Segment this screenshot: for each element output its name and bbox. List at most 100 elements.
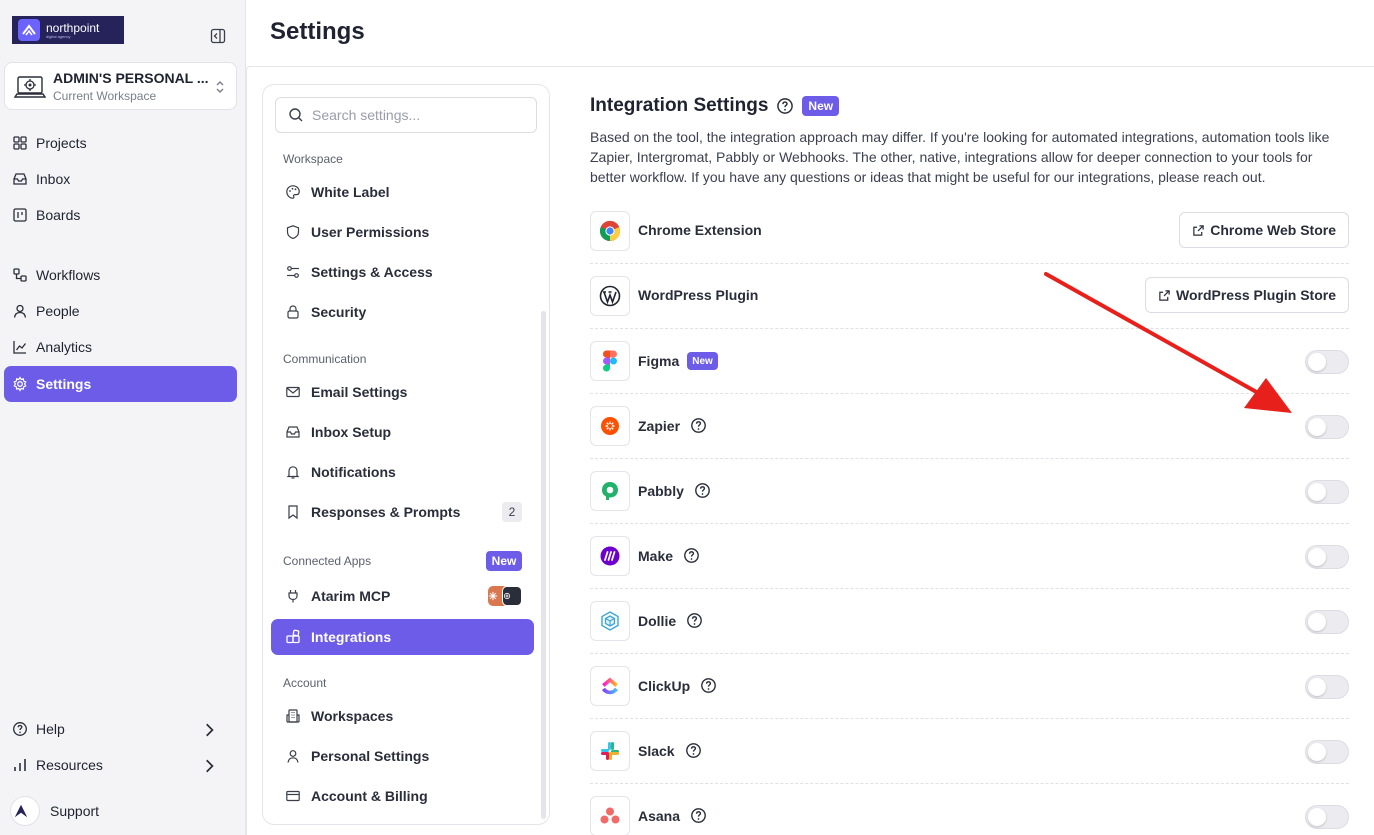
collapse-sidebar-icon[interactable]	[210, 28, 226, 44]
slack-toggle[interactable]	[1305, 740, 1349, 764]
northpoint-logo[interactable]: northpoint digital agency	[12, 16, 124, 44]
chevron-right-icon	[206, 723, 214, 737]
settings-menu-panel: Workspace White Label User Permissions S…	[262, 84, 550, 825]
integration-row-clickup: ClickUp	[590, 654, 1349, 719]
workspace-laptop-icon	[13, 71, 47, 103]
menu-workspaces[interactable]: Workspaces	[271, 698, 534, 734]
nav-inbox[interactable]: Inbox	[4, 161, 237, 197]
pabbly-icon	[590, 471, 630, 511]
nav-support[interactable]: Support	[4, 793, 237, 829]
nav-analytics[interactable]: Analytics	[4, 329, 237, 365]
nav-resources[interactable]: Resources	[4, 747, 237, 783]
help-icon[interactable]	[686, 612, 703, 629]
integration-row-slack: Slack	[590, 719, 1349, 784]
search-settings-input[interactable]	[312, 107, 512, 123]
help-icon[interactable]	[690, 417, 707, 434]
help-icon[interactable]	[690, 807, 707, 824]
menu-email-settings[interactable]: Email Settings	[271, 374, 534, 410]
integration-row-zapier: Zapier	[590, 394, 1349, 459]
menu-security[interactable]: Security	[271, 294, 534, 330]
menu-inbox-setup[interactable]: Inbox Setup	[271, 414, 534, 450]
figma-icon	[590, 341, 630, 381]
chrome-icon	[590, 211, 630, 251]
credit-card-icon	[286, 790, 300, 802]
button-label: WordPress Plugin Store	[1176, 287, 1336, 303]
integration-new-badge: New	[802, 96, 840, 116]
nav-label: Projects	[36, 135, 87, 151]
menu-responses-prompts[interactable]: Responses & Prompts 2	[271, 494, 534, 530]
clickup-icon	[590, 666, 630, 706]
menu-account-billing[interactable]: Account & Billing	[271, 778, 534, 814]
integration-settings-title: Integration Settings New	[590, 95, 840, 117]
make-toggle[interactable]	[1305, 545, 1349, 569]
menu-label: Responses & Prompts	[311, 504, 461, 520]
menu-personal-settings[interactable]: Personal Settings	[271, 738, 534, 774]
openai-icon	[502, 586, 522, 606]
app-name: ClickUp	[638, 677, 717, 694]
menu-user-permissions[interactable]: User Permissions	[271, 214, 534, 250]
app-name: Figma New	[638, 352, 718, 370]
app-name-text: ClickUp	[638, 677, 691, 694]
external-link-icon	[1159, 289, 1170, 301]
workspace-switcher[interactable]: ADMIN'S PERSONAL ... Current Workspace	[4, 62, 237, 110]
help-icon[interactable]	[685, 742, 702, 759]
figma-toggle[interactable]	[1305, 350, 1349, 374]
app-name: Slack	[638, 742, 702, 759]
slack-icon	[590, 731, 630, 771]
bar-chart-icon	[14, 759, 26, 771]
app-name: Chrome Extension	[638, 222, 762, 238]
nav-people[interactable]: People	[4, 293, 237, 329]
search-icon	[289, 108, 303, 122]
integration-row-asana: Asana	[590, 784, 1349, 835]
help-icon	[13, 722, 27, 736]
menu-label: Atarim MCP	[311, 588, 391, 604]
palette-icon	[286, 185, 300, 199]
nav-label: Help	[36, 721, 65, 737]
nav-label: Workflows	[36, 267, 101, 283]
integration-row-wordpress: WordPress Plugin WordPress Plugin Store	[590, 264, 1349, 329]
app-name: Dollie	[638, 612, 703, 629]
section-heading-communication: Communication	[283, 352, 367, 366]
help-icon[interactable]	[776, 97, 794, 115]
nav-help[interactable]: Help	[4, 711, 237, 747]
chevron-right-icon	[206, 759, 214, 773]
help-icon[interactable]	[683, 547, 700, 564]
app-name-text: Pabbly	[638, 482, 684, 499]
clickup-toggle[interactable]	[1305, 675, 1349, 699]
menu-integrations[interactable]: Integrations	[271, 619, 534, 655]
dollie-toggle[interactable]	[1305, 610, 1349, 634]
app-name-text: Asana	[638, 807, 681, 824]
nav-workflows[interactable]: Workflows	[4, 257, 237, 293]
nav-label: Settings	[36, 376, 92, 392]
logo-mark-icon	[18, 19, 40, 41]
asana-toggle[interactable]	[1305, 805, 1349, 829]
app-name: Zapier	[638, 417, 707, 434]
connected-apps-new-badge: New	[486, 551, 522, 571]
chrome-web-store-button[interactable]: Chrome Web Store	[1179, 212, 1349, 248]
integration-row-dollie: Dollie	[590, 589, 1349, 654]
nav-boards[interactable]: Boards	[4, 197, 237, 233]
search-settings-box[interactable]	[275, 97, 537, 133]
menu-white-label[interactable]: White Label	[271, 174, 534, 210]
help-icon[interactable]	[694, 482, 711, 499]
sidebar: northpoint digital agency ADMIN'S PERSONA…	[0, 0, 246, 835]
wordpress-plugin-store-button[interactable]: WordPress Plugin Store	[1145, 277, 1349, 313]
nav-projects[interactable]: Projects	[4, 125, 237, 161]
nav-settings[interactable]: Settings	[4, 366, 237, 402]
wordpress-icon	[590, 276, 630, 316]
menu-settings-access[interactable]: Settings & Access	[271, 254, 534, 290]
menu-label: Account & Billing	[311, 788, 428, 804]
dollie-icon	[590, 601, 630, 641]
person-icon	[13, 304, 27, 318]
make-icon	[590, 536, 630, 576]
scrollbar[interactable]	[541, 311, 546, 819]
menu-notifications[interactable]: Notifications	[271, 454, 534, 490]
zapier-toggle[interactable]	[1305, 415, 1349, 439]
lock-icon	[287, 305, 299, 319]
nav-label: Boards	[36, 207, 81, 223]
app-name: Pabbly	[638, 482, 711, 499]
help-icon[interactable]	[700, 677, 717, 694]
gear-icon	[13, 376, 27, 392]
menu-atarim-mcp[interactable]: Atarim MCP	[271, 578, 534, 614]
pabbly-toggle[interactable]	[1305, 480, 1349, 504]
